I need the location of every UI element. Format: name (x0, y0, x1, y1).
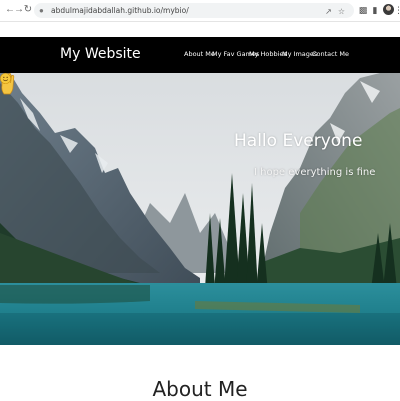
about-section: About Me (0, 345, 400, 401)
sidebar-icon[interactable]: ▮ (370, 5, 380, 16)
bookmark-star-icon[interactable]: ☆ (337, 7, 346, 16)
smiling-face-icon (0, 73, 11, 84)
site-navbar: My Website About Me My Fav Games My Hobb… (0, 37, 400, 73)
profile-avatar[interactable] (383, 4, 394, 15)
nav-link-contact-me[interactable]: Contact Me (312, 50, 349, 58)
page-top-gap (0, 22, 400, 37)
hero-landscape-image (0, 73, 400, 345)
extensions-icon[interactable]: ▩ (358, 5, 368, 16)
browser-toolbar: ← → ↻ ● abdulmajidabdallah.github.io/myb… (0, 0, 400, 22)
hero-section: Hallo Everyone I hope everything is fine (0, 73, 400, 345)
site-brand[interactable]: My Website (60, 46, 141, 62)
menu-kebab-icon[interactable]: ⋮ (394, 5, 400, 16)
url-text: abdulmajidabdallah.github.io/mybio/ (51, 6, 189, 15)
lock-icon[interactable]: ● (39, 5, 49, 16)
hero-subtitle: I hope everything is fine (254, 167, 376, 178)
about-heading: About Me (152, 377, 248, 401)
address-bar[interactable]: ● abdulmajidabdallah.github.io/mybio/ ↗ … (34, 3, 354, 18)
hero-title: Hallo Everyone (234, 131, 363, 151)
share-icon[interactable]: ↗ (324, 7, 333, 16)
reload-icon[interactable]: ↻ (22, 4, 34, 16)
nav-link-about-me[interactable]: About Me (184, 50, 215, 58)
